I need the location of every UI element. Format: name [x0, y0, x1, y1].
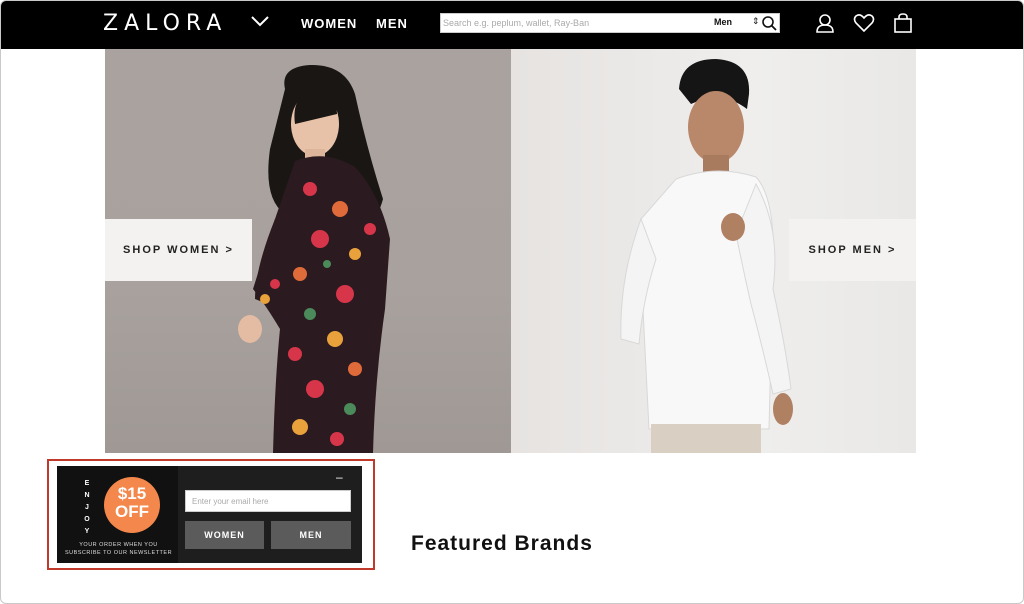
- newsletter-email-input[interactable]: [185, 490, 351, 512]
- enjoy-vertical-text: ENJOY: [83, 478, 91, 538]
- search-category-select[interactable]: Men: [714, 17, 732, 27]
- enjoy-letter: Y: [84, 528, 90, 535]
- wishlist-heart-icon[interactable]: [853, 13, 875, 33]
- chevron-down-icon[interactable]: [250, 14, 270, 28]
- newsletter-subtext: YOUR ORDER WHEN YOU SUBSCRIBE TO OUR NEW…: [64, 542, 173, 556]
- hero-men-panel[interactable]: SHOP MEN >: [511, 49, 916, 453]
- shopping-bag-icon[interactable]: [893, 13, 913, 33]
- discount-off-label: OFF: [115, 502, 149, 521]
- zalora-logo[interactable]: ZALORA: [103, 11, 227, 36]
- enjoy-letter: N: [84, 492, 90, 499]
- nav-men-link[interactable]: MEN: [376, 16, 408, 31]
- minimize-button[interactable]: –: [336, 470, 343, 484]
- shop-women-button[interactable]: SHOP WOMEN >: [105, 219, 252, 281]
- enjoy-letters: ENJOY: [83, 478, 91, 538]
- search-icon[interactable]: [761, 15, 777, 31]
- shop-men-button[interactable]: SHOP MEN >: [789, 219, 916, 281]
- newsletter-offer-panel: ENJOY $15 OFF YOUR ORDER WHEN YOU SUBSCR…: [57, 466, 178, 563]
- nav-women-link[interactable]: WOMEN: [301, 16, 357, 31]
- search-bar: Men ⇕: [440, 13, 780, 33]
- page-frame: ZALORA WOMEN MEN Men ⇕: [0, 0, 1024, 604]
- top-navigation-bar: ZALORA WOMEN MEN Men ⇕: [1, 1, 1023, 49]
- discount-badge: $15 OFF: [104, 477, 160, 533]
- hero-women-panel[interactable]: SHOP WOMEN >: [105, 49, 511, 453]
- newsletter-men-button[interactable]: MEN: [271, 521, 351, 549]
- search-input[interactable]: [443, 15, 683, 31]
- enjoy-letter: J: [85, 504, 89, 511]
- newsletter-women-button[interactable]: WOMEN: [185, 521, 264, 549]
- select-arrows-icon[interactable]: ⇕: [752, 16, 760, 27]
- discount-amount: $15: [117, 484, 147, 503]
- enjoy-letter: O: [84, 516, 90, 523]
- enjoy-letter: E: [84, 480, 90, 487]
- featured-brands-heading: Featured Brands: [411, 532, 593, 555]
- newsletter-popup: ENJOY $15 OFF YOUR ORDER WHEN YOU SUBSCR…: [57, 466, 362, 563]
- account-icon[interactable]: [815, 13, 835, 33]
